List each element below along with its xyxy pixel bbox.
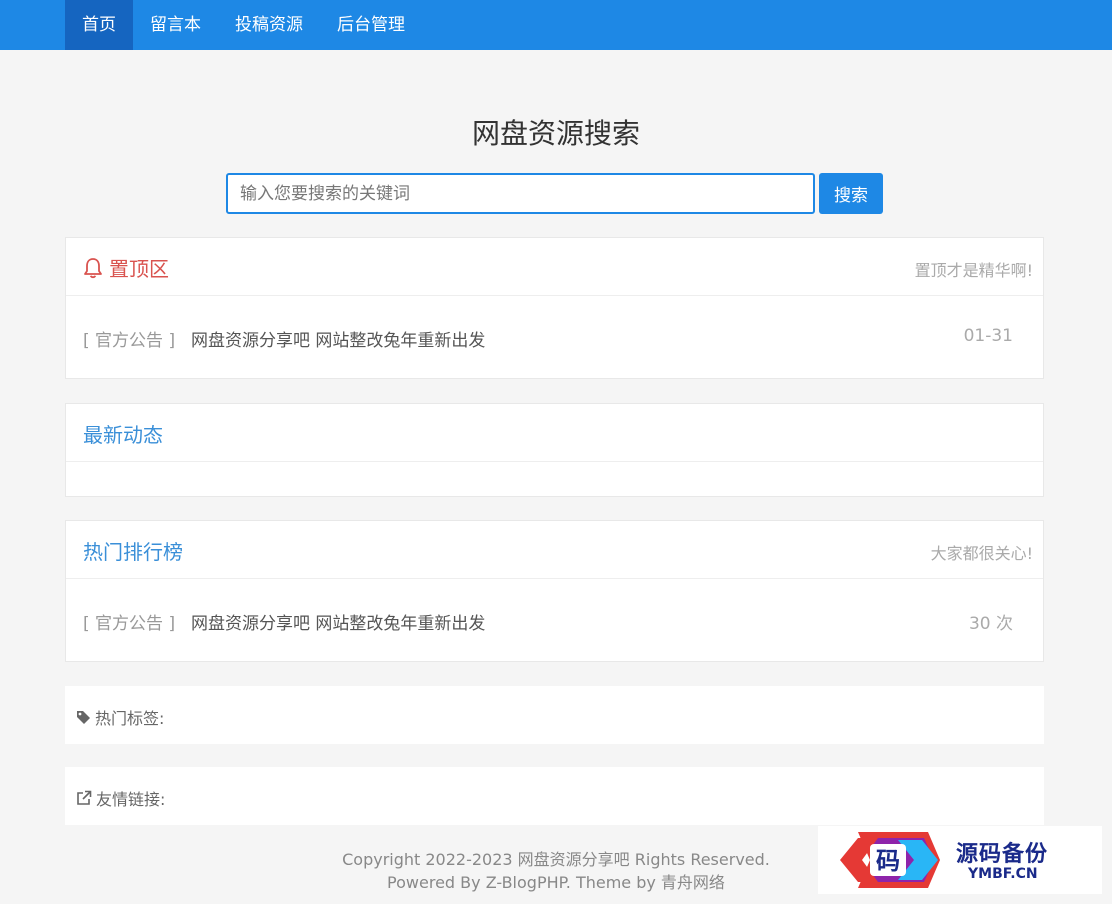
external-link-icon	[76, 790, 96, 806]
pinned-panel-title-text: 置顶区	[109, 257, 169, 281]
friend-links-box: 友情链接:	[65, 767, 1044, 825]
watermark-emblem: 码	[840, 832, 940, 888]
ranking-panel-header: 热门排行榜 大家都很关心!	[66, 521, 1043, 579]
friend-links-label-text: 友情链接:	[96, 790, 166, 809]
watermark-glyph: 码	[876, 847, 900, 875]
latest-panel-title: 最新动态	[83, 423, 163, 447]
list-item-category[interactable]: [ 官方公告 ]	[83, 326, 175, 351]
nav-item-submit[interactable]: 投稿资源	[218, 0, 320, 50]
nav-item-guestbook[interactable]: 留言本	[133, 0, 218, 50]
pinned-panel-note: 置顶才是精华啊!	[914, 261, 1033, 280]
hot-tags-label: 热门标签:	[76, 705, 164, 729]
nav-menu: 首页 留言本 投稿资源 后台管理	[65, 0, 422, 50]
watermark-logo: 码 源码备份 YMBF.CN	[818, 826, 1102, 894]
tag-icon	[76, 710, 95, 725]
ranking-panel-title: 热门排行榜	[83, 540, 183, 564]
list-item-category[interactable]: [ 官方公告 ]	[83, 609, 175, 634]
pinned-panel: 置顶区 置顶才是精华啊! [ 官方公告 ] 网盘资源分享吧 网站整改兔年重新出发…	[65, 237, 1044, 379]
hot-tags-box: 热门标签:	[65, 686, 1044, 744]
search-button[interactable]: 搜索	[819, 173, 883, 214]
list-item-title[interactable]: 网盘资源分享吧 网站整改兔年重新出发	[191, 609, 485, 634]
latest-panel-header: 最新动态	[66, 404, 1043, 462]
ranking-panel-note: 大家都很关心!	[930, 544, 1033, 563]
list-item: [ 官方公告 ] 网盘资源分享吧 网站整改兔年重新出发 01-31	[66, 296, 1043, 378]
hot-tags-label-text: 热门标签:	[95, 709, 165, 728]
list-item-views: 30 次	[968, 614, 1013, 634]
list-item-title[interactable]: 网盘资源分享吧 网站整改兔年重新出发	[191, 326, 485, 351]
pinned-panel-title: 置顶区	[83, 253, 169, 282]
search-input[interactable]	[226, 173, 815, 214]
latest-panel: 最新动态	[65, 403, 1044, 497]
watermark-subtext: YMBF.CN	[968, 866, 1038, 882]
watermark-text: 源码备份	[956, 842, 1049, 867]
nav-item-home[interactable]: 首页	[65, 0, 133, 50]
friend-links-label: 友情链接:	[76, 786, 165, 810]
search-title: 网盘资源搜索	[471, 117, 640, 150]
pinned-panel-header: 置顶区 置顶才是精华啊!	[66, 238, 1043, 296]
nav-item-admin[interactable]: 后台管理	[320, 0, 422, 50]
list-item-date: 01-31	[963, 326, 1013, 346]
top-navbar: 首页 留言本 投稿资源 后台管理	[0, 0, 1112, 50]
list-item: [ 官方公告 ] 网盘资源分享吧 网站整改兔年重新出发 30 次	[66, 579, 1043, 661]
ranking-panel: 热门排行榜 大家都很关心! [ 官方公告 ] 网盘资源分享吧 网站整改兔年重新出…	[65, 520, 1044, 662]
bell-icon	[83, 257, 103, 279]
